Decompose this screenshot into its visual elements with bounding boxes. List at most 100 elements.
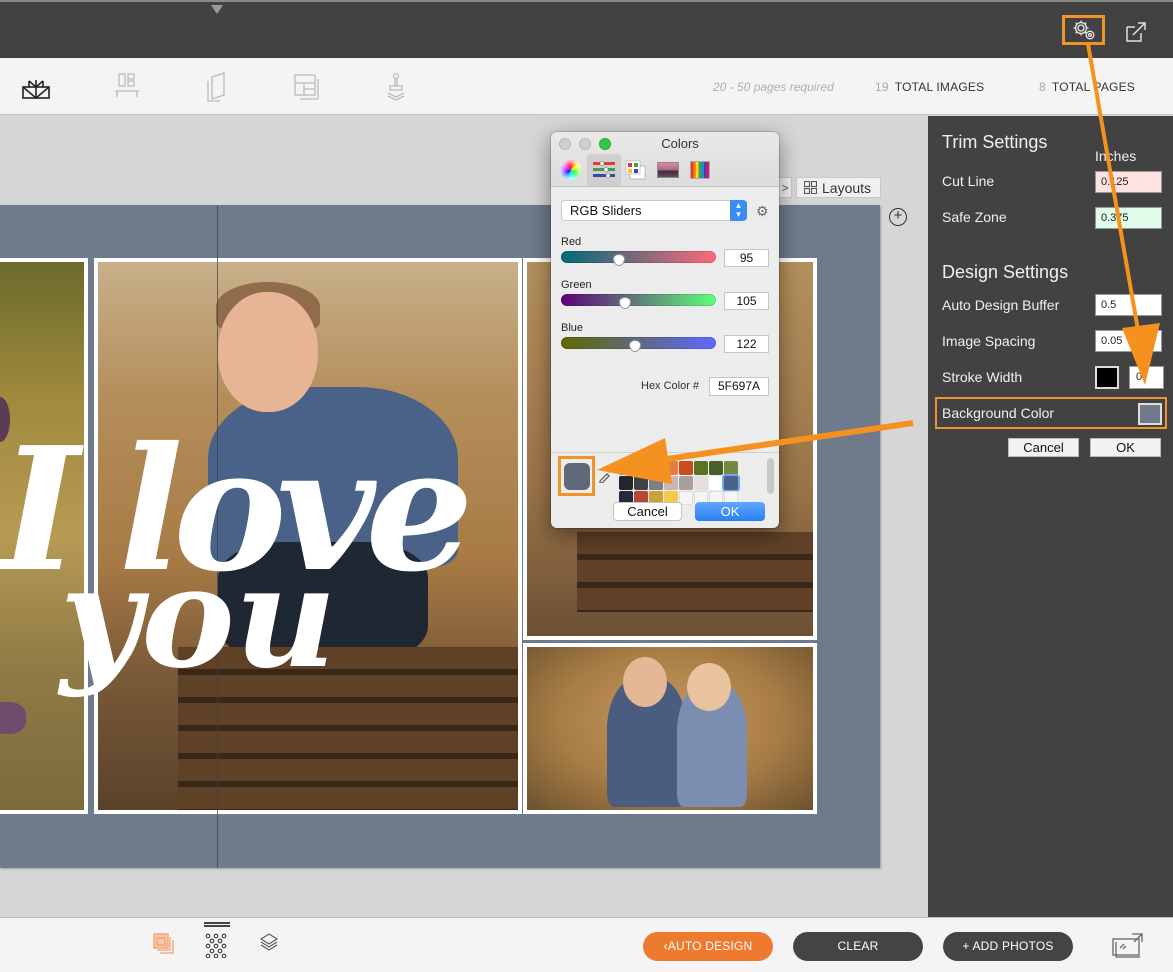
- color-palette-grid: [619, 461, 738, 505]
- red-slider[interactable]: [561, 251, 716, 266]
- stroke-color-swatch[interactable]: [1095, 366, 1119, 389]
- palette-swatch[interactable]: [664, 461, 678, 475]
- auto-design-button[interactable]: ‹AUTO DESIGN: [643, 932, 773, 961]
- pattern-button[interactable]: [204, 932, 230, 959]
- total-images-stat: 19 TOTAL IMAGES: [875, 80, 984, 94]
- color-mode-value: RGB Sliders: [570, 203, 642, 218]
- red-slider-thumb[interactable]: [612, 254, 625, 266]
- eyedropper-icon[interactable]: [597, 465, 613, 486]
- color-options-gear-icon[interactable]: ⚙: [756, 203, 769, 220]
- clear-button[interactable]: CLEAR: [793, 932, 923, 961]
- drawer-handle[interactable]: [204, 922, 230, 927]
- total-pages-label: TOTAL PAGES: [1051, 80, 1135, 94]
- nav-cover[interactable]: [20, 71, 54, 103]
- settings-ok-button[interactable]: OK: [1090, 438, 1161, 457]
- settings-button[interactable]: [1062, 15, 1105, 45]
- nav-templates[interactable]: [290, 71, 324, 103]
- open-external-button[interactable]: [1124, 20, 1148, 44]
- palette-swatch[interactable]: [679, 476, 693, 490]
- auto-design-label: AUTO DESIGN: [667, 939, 753, 953]
- layouts-label: Layouts: [822, 179, 872, 196]
- fullscreen-preview-button[interactable]: [1112, 932, 1146, 958]
- palette-swatch[interactable]: [679, 461, 693, 475]
- units-label: Inches: [1095, 148, 1137, 164]
- dropdown-triangle-icon[interactable]: [211, 5, 223, 14]
- photo-detail: [208, 387, 458, 567]
- photo-slot-bottom-right[interactable]: [523, 643, 817, 814]
- palette-swatch[interactable]: [619, 476, 633, 490]
- colors-cancel-button[interactable]: Cancel: [613, 502, 682, 521]
- add-page-button[interactable]: +: [889, 208, 907, 226]
- palette-swatch[interactable]: [664, 476, 678, 490]
- palette-swatch[interactable]: [649, 461, 663, 475]
- settings-panel: Trim Settings Inches Cut Line 0.125 Safe…: [928, 116, 1173, 917]
- palette-swatch[interactable]: [694, 461, 708, 475]
- layouts-button[interactable]: Layouts: [796, 177, 881, 198]
- top-toolbar: [0, 0, 1173, 58]
- cut-line-label: Cut Line: [942, 173, 995, 189]
- green-value-input[interactable]: 105: [724, 292, 769, 310]
- photo-detail: [687, 663, 731, 711]
- palette-swatch[interactable]: [649, 476, 663, 490]
- blue-slider[interactable]: [561, 337, 716, 352]
- colors-ok-button[interactable]: OK: [695, 502, 765, 521]
- nav-spread[interactable]: [112, 71, 146, 103]
- photos-tray-button[interactable]: [152, 932, 178, 958]
- palette-swatch[interactable]: [724, 476, 738, 490]
- safe-zone-input[interactable]: 0.375: [1095, 207, 1162, 229]
- image-palettes-icon: [657, 162, 679, 178]
- total-pages-count: 8: [1039, 80, 1046, 94]
- blue-value-input[interactable]: 122: [724, 335, 769, 353]
- layers-icon: [259, 933, 279, 951]
- divider: [551, 452, 779, 453]
- tab-color-sliders[interactable]: [587, 154, 621, 186]
- pattern-grid-icon: [205, 933, 227, 959]
- red-value-input[interactable]: 95: [724, 249, 769, 267]
- crayons-icon: [690, 161, 710, 179]
- color-mode-select[interactable]: RGB Sliders ▴ ▾: [561, 200, 747, 221]
- palette-scrollbar[interactable]: [767, 458, 774, 494]
- hex-color-label: Hex Color #: [641, 380, 700, 392]
- nav-stamp[interactable]: [382, 71, 416, 103]
- add-photos-button[interactable]: + ADD PHOTOS: [943, 932, 1073, 961]
- palette-swatch[interactable]: [634, 461, 648, 475]
- palette-swatch[interactable]: [619, 461, 633, 475]
- background-color-swatch[interactable]: [1138, 403, 1162, 425]
- layouts-prev-button[interactable]: >: [778, 177, 792, 198]
- nav-pages[interactable]: [200, 71, 234, 103]
- palette-swatch[interactable]: [694, 476, 708, 490]
- hex-color-input[interactable]: 5F697A: [709, 377, 769, 396]
- colors-dialog: Colors RGB Sliders ▴ ▾ ⚙ Red 95 Green 10…: [551, 132, 779, 528]
- palette-swatch[interactable]: [724, 461, 738, 475]
- auto-design-buffer-input[interactable]: 0.5: [1095, 294, 1162, 316]
- current-color-well[interactable]: [558, 456, 595, 496]
- photo-slot-left[interactable]: [0, 258, 88, 814]
- background-color-label: Background Color: [942, 405, 1055, 421]
- pages-icon: [207, 72, 225, 102]
- editor-nav-bar: 20 - 50 pages required 19 TOTAL IMAGES 8T…: [0, 58, 1173, 115]
- palette-swatch[interactable]: [709, 476, 723, 490]
- photo-slot-main[interactable]: [94, 258, 522, 814]
- total-images-count: 19: [875, 80, 889, 94]
- background-color-row[interactable]: Background Color: [935, 397, 1167, 429]
- color-palettes-icon: [625, 160, 646, 180]
- palette-swatch[interactable]: [709, 461, 723, 475]
- blue-slider-thumb[interactable]: [629, 340, 642, 352]
- tab-crayons[interactable]: [683, 154, 717, 186]
- layers-button[interactable]: [258, 932, 284, 958]
- plus-circle-icon: +: [893, 207, 903, 224]
- open-external-icon: [1126, 22, 1146, 42]
- green-slider-thumb[interactable]: [618, 297, 631, 309]
- green-slider[interactable]: [561, 294, 716, 309]
- settings-cancel-button[interactable]: Cancel: [1008, 438, 1079, 457]
- cut-line-input[interactable]: 0.125: [1095, 171, 1162, 193]
- photo-detail: [0, 702, 26, 734]
- image-spacing-input[interactable]: 0.05: [1095, 330, 1162, 352]
- palette-swatch[interactable]: [634, 476, 648, 490]
- stroke-width-input[interactable]: 0: [1129, 366, 1164, 389]
- tab-color-wheel[interactable]: [554, 154, 588, 186]
- design-settings-title: Design Settings: [942, 262, 1069, 282]
- color-sliders-icon: [593, 161, 615, 178]
- tab-color-palettes[interactable]: [619, 154, 653, 186]
- tab-image-palettes[interactable]: [651, 154, 685, 186]
